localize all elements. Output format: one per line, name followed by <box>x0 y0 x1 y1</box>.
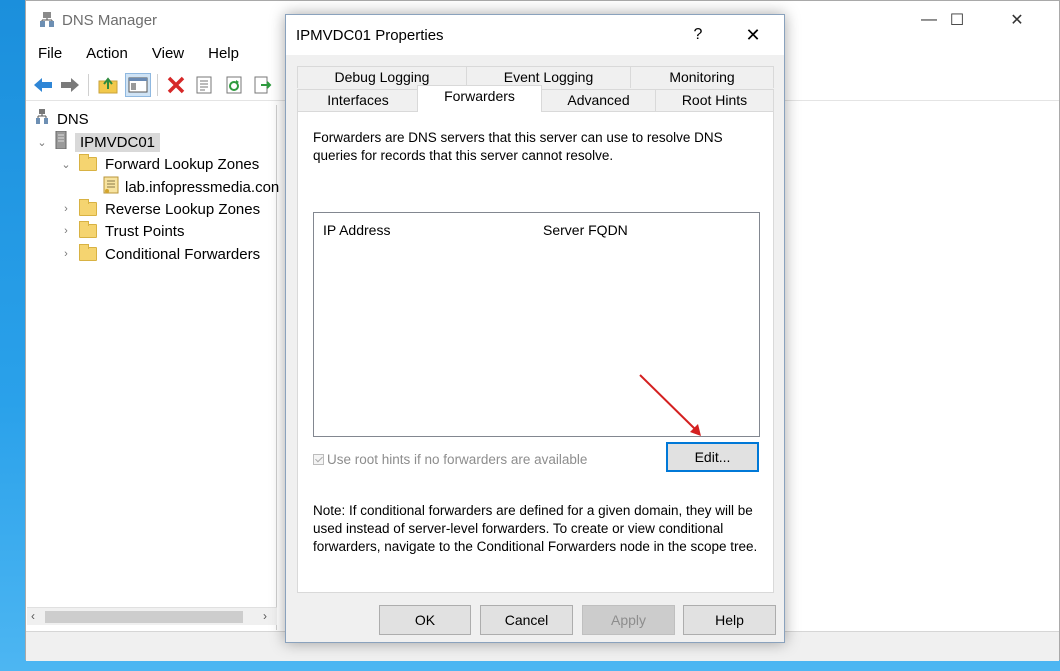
toolbar-separator <box>157 74 158 96</box>
menu-action[interactable]: Action <box>74 43 140 65</box>
tree-node-dns[interactable]: DNS <box>35 108 89 130</box>
tab-monitoring[interactable]: Monitoring <box>630 66 774 88</box>
help-question-button[interactable]: ? <box>686 23 710 47</box>
tab-interfaces[interactable]: Interfaces <box>297 89 419 111</box>
server-icon <box>55 130 67 153</box>
folder-icon <box>79 154 97 171</box>
menu-view[interactable]: View <box>140 43 196 65</box>
dns-manager-app-icon <box>38 11 56 29</box>
tree-label: Reverse Lookup Zones <box>105 200 261 218</box>
show-hide-console-tree-icon[interactable] <box>125 73 151 97</box>
dialog-title: IPMVDC01 Properties <box>296 27 444 44</box>
folder-icon <box>79 199 97 216</box>
chevron-down-icon[interactable]: ⌄ <box>35 136 49 149</box>
apply-button[interactable]: Apply <box>582 605 675 635</box>
forwarders-list[interactable]: IP Address Server FQDN <box>313 212 760 437</box>
column-server-fqdn[interactable]: Server FQDN <box>543 222 628 238</box>
ok-button[interactable]: OK <box>379 605 471 635</box>
tree-label: IPMVDC01 <box>75 132 161 152</box>
forwarders-description: Forwarders are DNS servers that this ser… <box>313 130 723 163</box>
tree-label: Trust Points <box>105 222 185 240</box>
maximize-button[interactable]: ☐ <box>928 1 986 39</box>
tree-node-server[interactable]: ⌄ IPMVDC01 <box>35 130 161 153</box>
tab-root-hints[interactable]: Root Hints <box>655 89 774 111</box>
column-ip-address[interactable]: IP Address <box>323 222 390 238</box>
up-folder-icon[interactable] <box>95 73 121 97</box>
scroll-right-icon[interactable]: › <box>263 609 267 623</box>
menu-bar: File Action View Help <box>26 43 251 65</box>
back-icon[interactable] <box>30 73 56 97</box>
export-list-icon[interactable] <box>250 73 276 97</box>
tree-horizontal-scrollbar[interactable]: ‹ › <box>27 607 277 625</box>
tab-advanced[interactable]: Advanced <box>541 89 656 111</box>
tree-label: Conditional Forwarders <box>105 245 261 263</box>
delete-icon[interactable] <box>163 73 189 97</box>
tree-node-forward-lookup-zones[interactable]: ⌄ Forward Lookup Zones <box>59 153 259 175</box>
menu-help[interactable]: Help <box>196 43 251 65</box>
tree-node-conditional-forwarders[interactable]: › Conditional Forwarders <box>59 243 260 265</box>
scrollbar-thumb[interactable] <box>45 611 243 623</box>
dns-icon <box>35 109 49 129</box>
toolbar-separator <box>88 74 89 96</box>
close-window-button[interactable]: ✕ <box>988 1 1046 39</box>
help-button[interactable]: Help <box>683 605 776 635</box>
tree-label: lab.infopressmedia.con <box>125 178 280 196</box>
cancel-button[interactable]: Cancel <box>480 605 573 635</box>
use-root-hints-checkbox <box>313 454 324 465</box>
tree-label: DNS <box>57 110 89 128</box>
tree-node-trust-points[interactable]: › Trust Points <box>59 220 184 242</box>
properties-dialog: IPMVDC01 Properties ? ✕ Debug Logging Ev… <box>285 14 785 643</box>
forwarders-tab-panel: Forwarders are DNS servers that this ser… <box>297 111 774 593</box>
use-root-hints-checkbox-row: Use root hints if no forwarders are avai… <box>313 452 587 467</box>
dialog-titlebar: IPMVDC01 Properties ? ✕ <box>286 15 784 55</box>
chevron-right-icon[interactable]: › <box>59 225 73 237</box>
tab-forwarders[interactable]: Forwarders <box>417 85 542 112</box>
scroll-left-icon[interactable]: ‹ <box>31 609 35 623</box>
tree-label: Forward Lookup Zones <box>105 155 260 173</box>
folder-icon <box>79 244 97 261</box>
chevron-down-icon[interactable]: ⌄ <box>59 158 73 171</box>
use-root-hints-label: Use root hints if no forwarders are avai… <box>327 452 588 467</box>
refresh-icon[interactable] <box>221 73 247 97</box>
console-tree: DNS ⌄ IPMVDC01 ⌄ Forward Lookup Zones la… <box>27 105 279 630</box>
chevron-right-icon[interactable]: › <box>59 248 73 260</box>
forward-icon[interactable] <box>57 73 83 97</box>
folder-icon <box>79 221 97 238</box>
tree-node-zone[interactable]: lab.infopressmedia.con <box>103 176 279 198</box>
tree-node-reverse-lookup-zones[interactable]: › Reverse Lookup Zones <box>59 198 260 220</box>
properties-icon[interactable] <box>191 73 217 97</box>
window-title: DNS Manager <box>62 12 158 29</box>
conditional-forwarders-note: Note: If conditional forwarders are defi… <box>313 503 758 554</box>
menu-file[interactable]: File <box>26 43 74 65</box>
edit-forwarders-button[interactable]: Edit... <box>666 442 759 472</box>
dialog-close-button[interactable]: ✕ <box>741 23 765 47</box>
zone-file-icon <box>103 176 119 198</box>
chevron-right-icon[interactable]: › <box>59 203 73 215</box>
